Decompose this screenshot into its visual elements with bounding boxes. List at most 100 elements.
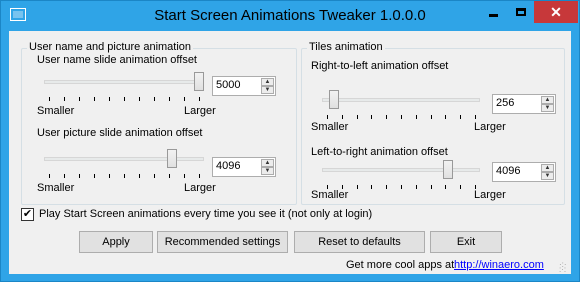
spin-up-icon[interactable]: ▲ bbox=[261, 159, 274, 167]
minimize-button[interactable] bbox=[480, 1, 507, 23]
footer-text: Get more cool apps at bbox=[346, 259, 455, 271]
user-picture-slider-max-label: Larger bbox=[184, 182, 216, 194]
user-picture-slider-label: User picture slide animation offset bbox=[37, 127, 203, 139]
ltr-slider-min-label: Smaller bbox=[311, 189, 349, 201]
app-window: Start Screen Animations Tweaker 1.0.0.0 … bbox=[0, 0, 580, 282]
ltr-slider-track[interactable] bbox=[322, 168, 480, 172]
slider-tick bbox=[79, 174, 80, 178]
slider-tick bbox=[139, 97, 140, 101]
ltr-slider-label: Left-to-right animation offset bbox=[311, 146, 448, 158]
slider-tick bbox=[64, 174, 65, 178]
user-name-slider-thumb[interactable] bbox=[194, 72, 204, 91]
rtl-slider-thumb[interactable] bbox=[329, 90, 340, 109]
slider-tick bbox=[49, 174, 50, 178]
rtl-slider-min-label: Smaller bbox=[311, 121, 349, 133]
spin-up-icon[interactable]: ▲ bbox=[261, 78, 274, 86]
user-name-slider-min-label: Smaller bbox=[37, 105, 75, 117]
slider-tick bbox=[94, 97, 95, 101]
slider-tick bbox=[356, 185, 358, 189]
ltr-offset-value[interactable]: 4096 bbox=[496, 165, 520, 177]
user-picture-slider-ticks bbox=[44, 174, 204, 178]
slider-tick bbox=[109, 97, 110, 101]
slider-tick bbox=[327, 115, 328, 119]
slider-tick bbox=[356, 115, 358, 119]
user-picture-slider-thumb[interactable] bbox=[167, 149, 177, 168]
ltr-slider-max-label: Larger bbox=[474, 189, 506, 201]
reset-defaults-button[interactable]: Reset to defaults bbox=[294, 231, 425, 253]
spin-down-icon[interactable]: ▼ bbox=[261, 86, 274, 94]
dialog-body: User name and picture animation User nam… bbox=[9, 31, 571, 274]
maximize-button[interactable] bbox=[507, 1, 534, 23]
slider-tick bbox=[430, 185, 432, 189]
slider-tick bbox=[154, 174, 155, 178]
slider-tick bbox=[460, 115, 462, 119]
spin-down-icon[interactable]: ▼ bbox=[541, 172, 554, 180]
rtl-offset-spinbox[interactable]: 256 ▲ ▼ bbox=[492, 94, 556, 114]
slider-tick bbox=[199, 174, 200, 178]
user-name-offset-spinbox[interactable]: 5000 ▲ ▼ bbox=[212, 76, 276, 96]
user-picture-slider-track[interactable] bbox=[44, 157, 204, 161]
winaero-link[interactable]: http://winaero.com bbox=[454, 259, 544, 271]
slider-tick bbox=[169, 174, 170, 178]
spin-down-icon[interactable]: ▼ bbox=[261, 167, 274, 175]
exit-button[interactable]: Exit bbox=[430, 231, 502, 253]
spin-up-icon[interactable]: ▲ bbox=[541, 96, 554, 104]
slider-tick bbox=[445, 185, 447, 189]
slider-tick bbox=[124, 174, 125, 178]
slider-tick bbox=[49, 97, 50, 101]
user-name-slider-max-label: Larger bbox=[184, 105, 216, 117]
user-name-slider-track[interactable] bbox=[44, 80, 204, 84]
slider-tick bbox=[401, 115, 402, 119]
user-name-offset-value[interactable]: 5000 bbox=[216, 79, 240, 91]
slider-tick bbox=[415, 115, 417, 119]
slider-tick bbox=[386, 115, 388, 119]
slider-tick bbox=[445, 115, 447, 119]
minimize-icon bbox=[489, 13, 498, 17]
rtl-offset-value[interactable]: 256 bbox=[496, 97, 514, 109]
tiles-animation-group-title: Tiles animation bbox=[307, 41, 385, 53]
slider-tick bbox=[154, 97, 155, 101]
rtl-slider-ticks bbox=[322, 115, 480, 119]
user-picture-offset-value[interactable]: 4096 bbox=[216, 160, 240, 172]
slider-tick bbox=[184, 174, 185, 178]
user-picture-slider-min-label: Smaller bbox=[37, 182, 75, 194]
title-bar[interactable]: Start Screen Animations Tweaker 1.0.0.0 … bbox=[1, 1, 579, 31]
slider-tick bbox=[430, 115, 432, 119]
play-always-label[interactable]: Play Start Screen animations every time … bbox=[39, 208, 372, 220]
slider-tick bbox=[341, 115, 343, 119]
slider-tick bbox=[109, 174, 110, 178]
user-picture-offset-spinbox[interactable]: 4096 ▲ ▼ bbox=[212, 157, 276, 177]
slider-tick bbox=[94, 174, 95, 178]
slider-tick bbox=[169, 97, 170, 101]
user-name-slider-label: User name slide animation offset bbox=[37, 54, 197, 66]
recommended-settings-button[interactable]: Recommended settings bbox=[157, 231, 288, 253]
slider-tick bbox=[386, 185, 388, 189]
slider-tick bbox=[415, 185, 417, 189]
slider-tick bbox=[139, 174, 140, 178]
play-always-checkbox[interactable]: ✔ bbox=[21, 208, 34, 221]
tiles-animation-group: Tiles animation Right-to-left animation … bbox=[301, 41, 565, 205]
ltr-offset-spinbox[interactable]: 4096 ▲ ▼ bbox=[492, 162, 556, 182]
user-animation-group-title: User name and picture animation bbox=[27, 41, 194, 53]
slider-tick bbox=[184, 97, 185, 101]
apply-button[interactable]: Apply bbox=[79, 231, 153, 253]
spin-down-icon[interactable]: ▼ bbox=[541, 104, 554, 112]
ltr-slider-thumb[interactable] bbox=[443, 160, 454, 179]
checkmark-icon: ✔ bbox=[22, 208, 33, 220]
slider-tick bbox=[371, 185, 373, 189]
slider-tick bbox=[475, 115, 476, 119]
close-button[interactable]: ✕ bbox=[534, 1, 578, 23]
slider-tick bbox=[64, 97, 65, 101]
slider-tick bbox=[124, 97, 125, 101]
user-animation-group: User name and picture animation User nam… bbox=[21, 41, 297, 205]
rtl-slider-max-label: Larger bbox=[474, 121, 506, 133]
slider-tick bbox=[401, 185, 402, 189]
close-icon: ✕ bbox=[550, 3, 562, 20]
slider-tick bbox=[199, 97, 200, 101]
resize-grip-icon[interactable]: ·:·:·: bbox=[559, 261, 569, 274]
rtl-slider-label: Right-to-left animation offset bbox=[311, 60, 449, 72]
maximize-icon bbox=[515, 8, 526, 16]
rtl-slider-track[interactable] bbox=[322, 98, 480, 102]
user-name-slider-ticks bbox=[44, 97, 204, 101]
spin-up-icon[interactable]: ▲ bbox=[541, 164, 554, 172]
